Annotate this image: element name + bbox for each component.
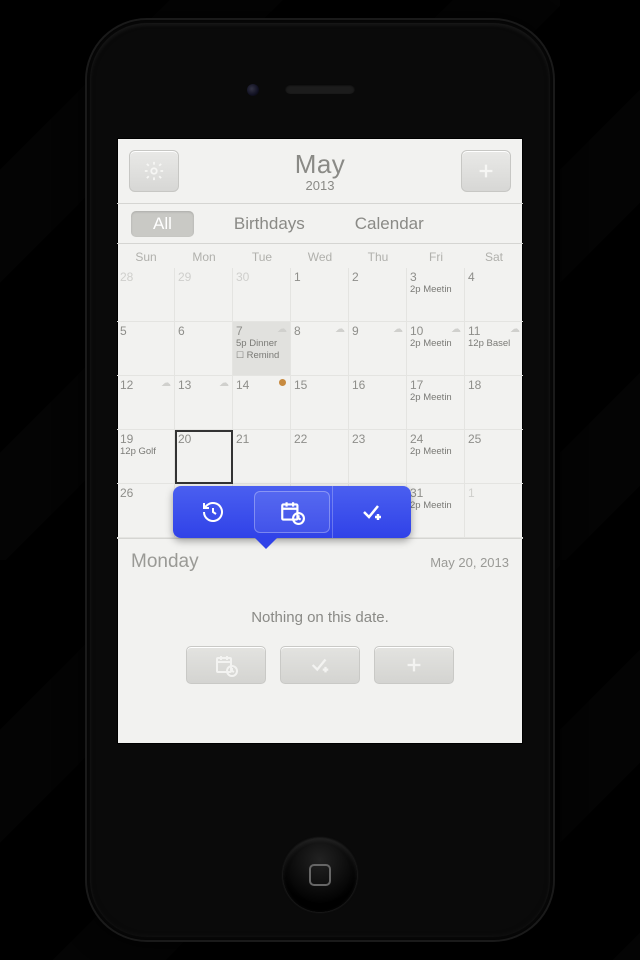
tab-birthdays[interactable]: Birthdays (224, 211, 315, 237)
app-screen: May 2013 All Birthdays Calendar Sun Mon … (117, 138, 523, 744)
calendar-clock-icon (214, 653, 238, 677)
day-cell[interactable]: 28 (117, 268, 175, 322)
event-label: 2p Meetin (410, 284, 461, 296)
day-cell[interactable]: 2 (349, 268, 407, 322)
day-cell[interactable]: 29 (175, 268, 233, 322)
phone-frame: May 2013 All Birthdays Calendar Sun Mon … (87, 20, 553, 940)
day-cell[interactable]: 7☁5p DinnerRemind (233, 322, 291, 376)
event-label: 5p Dinner (236, 338, 287, 350)
event-label: 2p Meetin (410, 500, 461, 512)
day-cell[interactable]: 23 (349, 430, 407, 484)
detail-empty-text: Nothing on this date. (117, 579, 523, 640)
phone-camera (247, 84, 259, 96)
day-cell[interactable]: 18 (465, 376, 523, 430)
day-cell[interactable]: 242p Meetin (407, 430, 465, 484)
cloud-icon: ☁ (219, 378, 229, 389)
plus-icon (475, 160, 497, 182)
day-cell[interactable]: 11☁12p Basel (465, 322, 523, 376)
cloud-icon: ☁ (277, 324, 287, 335)
day-cell[interactable]: 8☁ (291, 322, 349, 376)
add-button[interactable] (461, 150, 511, 192)
day-cell[interactable]: 13☁ (175, 376, 233, 430)
day-cell[interactable]: 1 (465, 484, 523, 538)
tab-calendar[interactable]: Calendar (345, 211, 434, 237)
day-cell[interactable]: 6 (175, 322, 233, 376)
cloud-icon: ☁ (393, 324, 403, 335)
cloud-icon: ☁ (510, 324, 520, 335)
cloud-icon: ☁ (451, 324, 461, 335)
day-cell[interactable]: 25 (465, 430, 523, 484)
day-cell[interactable]: 22 (291, 430, 349, 484)
day-cell[interactable]: 30 (233, 268, 291, 322)
popup-task-button[interactable] (332, 486, 411, 538)
day-cell[interactable]: 4 (465, 268, 523, 322)
plus-icon (403, 654, 425, 676)
settings-button[interactable] (129, 150, 179, 192)
day-cell[interactable]: 15 (291, 376, 349, 430)
day-cell[interactable]: 14 (233, 376, 291, 430)
phone-speaker (285, 84, 355, 94)
event-label: 2p Meetin (410, 446, 461, 458)
weekday-row: Sun Mon Tue Wed Thu Fri Sat (117, 244, 523, 268)
calendar-clock-icon (279, 499, 305, 525)
detail-weekday: Monday (131, 551, 199, 573)
event-label: 12p Golf (120, 446, 171, 458)
sun-icon (279, 379, 286, 386)
detail-schedule-button[interactable] (186, 646, 266, 684)
home-button[interactable] (283, 838, 357, 912)
month-label: May (179, 149, 461, 180)
day-cell[interactable]: 1 (291, 268, 349, 322)
weekday-label: Fri (407, 250, 465, 264)
gear-icon (143, 160, 165, 182)
day-cell[interactable]: 12☁ (117, 376, 175, 430)
weekday-label: Thu (349, 250, 407, 264)
day-cell[interactable]: 16 (349, 376, 407, 430)
day-cell[interactable]: 312p Meetin (407, 484, 465, 538)
home-square-icon (309, 864, 331, 886)
weekday-label: Wed (291, 250, 349, 264)
weekday-label: Sat (465, 250, 523, 264)
event-label: 2p Meetin (410, 338, 461, 350)
header-title: May 2013 (179, 149, 461, 193)
history-icon (201, 500, 225, 524)
day-cell[interactable]: 9☁ (349, 322, 407, 376)
day-cell[interactable]: 26 (117, 484, 175, 538)
day-cell[interactable]: 32p Meetin (407, 268, 465, 322)
weekday-label: Tue (233, 250, 291, 264)
filter-tabs: All Birthdays Calendar (117, 204, 523, 244)
event-label: 12p Basel (468, 338, 520, 350)
detail-actions (117, 640, 523, 702)
event-label: Remind (236, 350, 287, 362)
cloud-icon: ☁ (335, 324, 345, 335)
detail-date: May 20, 2013 (430, 555, 509, 570)
day-cell[interactable]: 1912p Golf (117, 430, 175, 484)
check-plus-icon (360, 500, 384, 524)
popup-history-button[interactable] (173, 486, 252, 538)
weekday-label: Mon (175, 250, 233, 264)
day-cell[interactable]: 21 (233, 430, 291, 484)
event-label: 2p Meetin (410, 392, 461, 404)
day-cell[interactable]: 172p Meetin (407, 376, 465, 430)
detail-task-button[interactable] (280, 646, 360, 684)
day-cell[interactable]: 10☁2p Meetin (407, 322, 465, 376)
action-popup (173, 486, 411, 538)
check-plus-icon (309, 654, 331, 676)
detail-add-button[interactable] (374, 646, 454, 684)
header-bar: May 2013 (117, 138, 523, 204)
day-cell[interactable]: 5 (117, 322, 175, 376)
popup-schedule-button[interactable] (254, 491, 329, 533)
tab-all[interactable]: All (131, 211, 194, 237)
detail-header: Monday May 20, 2013 (117, 538, 523, 579)
day-cell-selected[interactable]: 20 (175, 430, 233, 484)
cloud-icon: ☁ (161, 378, 171, 389)
year-label: 2013 (179, 178, 461, 193)
weekday-label: Sun (117, 250, 175, 264)
calendar-grid: 28 29 30 1 2 32p Meetin 4 5 6 7☁5p Dinne… (117, 268, 523, 538)
